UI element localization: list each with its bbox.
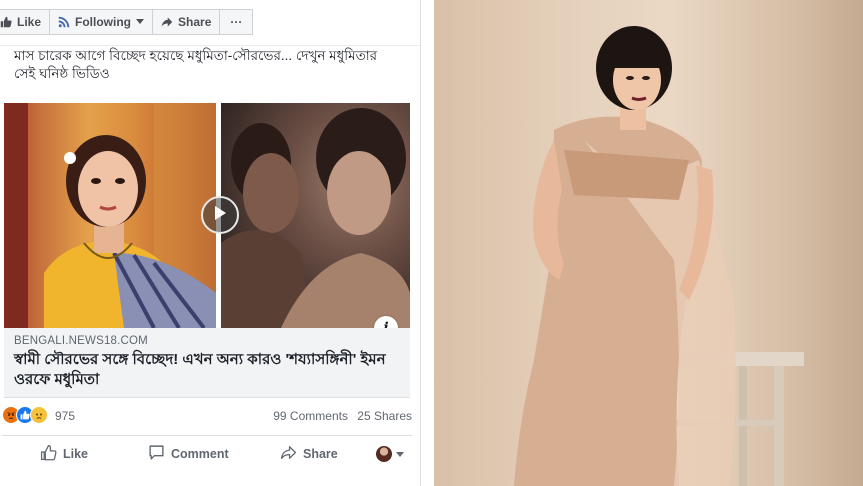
play-icon — [213, 205, 227, 226]
page-action-bar: Like Following Share ··· — [0, 9, 254, 35]
engagement-counts: 99 Comments 25 Shares — [267, 409, 412, 423]
post-caption: মাস চারেক আগে বিচ্ছেদ হয়েছে মধুমিতা-সৌর… — [14, 48, 378, 81]
comment-bubble-icon — [148, 444, 165, 464]
thumbs-up-icon — [0, 16, 12, 28]
share-label: Share — [303, 447, 338, 461]
page-like-label: Like — [17, 15, 42, 29]
link-domain: BENGALI.NEWS18.COM — [14, 335, 148, 347]
post-action-bar: Like Comment Share — [2, 436, 412, 472]
page-like-button[interactable]: Like — [0, 9, 51, 35]
comments-count[interactable]: 99 Comments — [273, 409, 348, 423]
rss-icon — [58, 16, 70, 28]
page-share-button[interactable]: Share — [152, 9, 221, 35]
link-preview[interactable]: BENGALI.NEWS18.COM স্বামী সৌরভের সঙ্গে ব… — [4, 328, 410, 398]
divider — [420, 0, 421, 486]
play-button[interactable] — [201, 196, 239, 234]
following-button[interactable]: Following — [49, 9, 154, 35]
share-arrow-icon — [161, 16, 173, 28]
more-options-button[interactable]: ··· — [219, 9, 254, 35]
sad-icon — [30, 406, 48, 424]
woman-in-saree-photo — [4, 103, 216, 328]
divider — [0, 45, 420, 46]
post-video-thumbnail[interactable]: i — [4, 103, 410, 340]
couple-video-still — [221, 103, 410, 328]
comment-label: Comment — [171, 447, 229, 461]
share-button[interactable]: Share — [280, 444, 338, 464]
reaction-icons[interactable] — [2, 406, 48, 424]
reaction-count[interactable]: 975 — [55, 409, 75, 423]
caret-down-icon — [396, 447, 404, 461]
shares-count[interactable]: 25 Shares — [357, 409, 412, 423]
post-as-selector[interactable] — [376, 446, 404, 462]
following-label: Following — [75, 15, 132, 29]
like-label: Like — [63, 447, 89, 461]
link-headline[interactable]: স্বামী সৌরভের সঙ্গে বিচ্ছেদ! এখন অন্য কা… — [14, 350, 404, 390]
more-options-label: ··· — [230, 15, 243, 29]
woman-in-saree-portrait — [434, 0, 863, 486]
post-stats: 975 99 Comments 25 Shares — [2, 405, 412, 427]
like-button[interactable]: Like — [40, 444, 88, 464]
share-arrow-icon — [280, 444, 297, 464]
avatar — [376, 446, 392, 462]
caret-down-icon — [136, 19, 145, 25]
facebook-post-panel: Like Following Share ··· মাস চারেক আগে ব… — [0, 0, 434, 486]
comment-button[interactable]: Comment — [148, 444, 229, 464]
page-share-label: Share — [178, 15, 212, 29]
thumbs-up-icon — [40, 444, 57, 464]
